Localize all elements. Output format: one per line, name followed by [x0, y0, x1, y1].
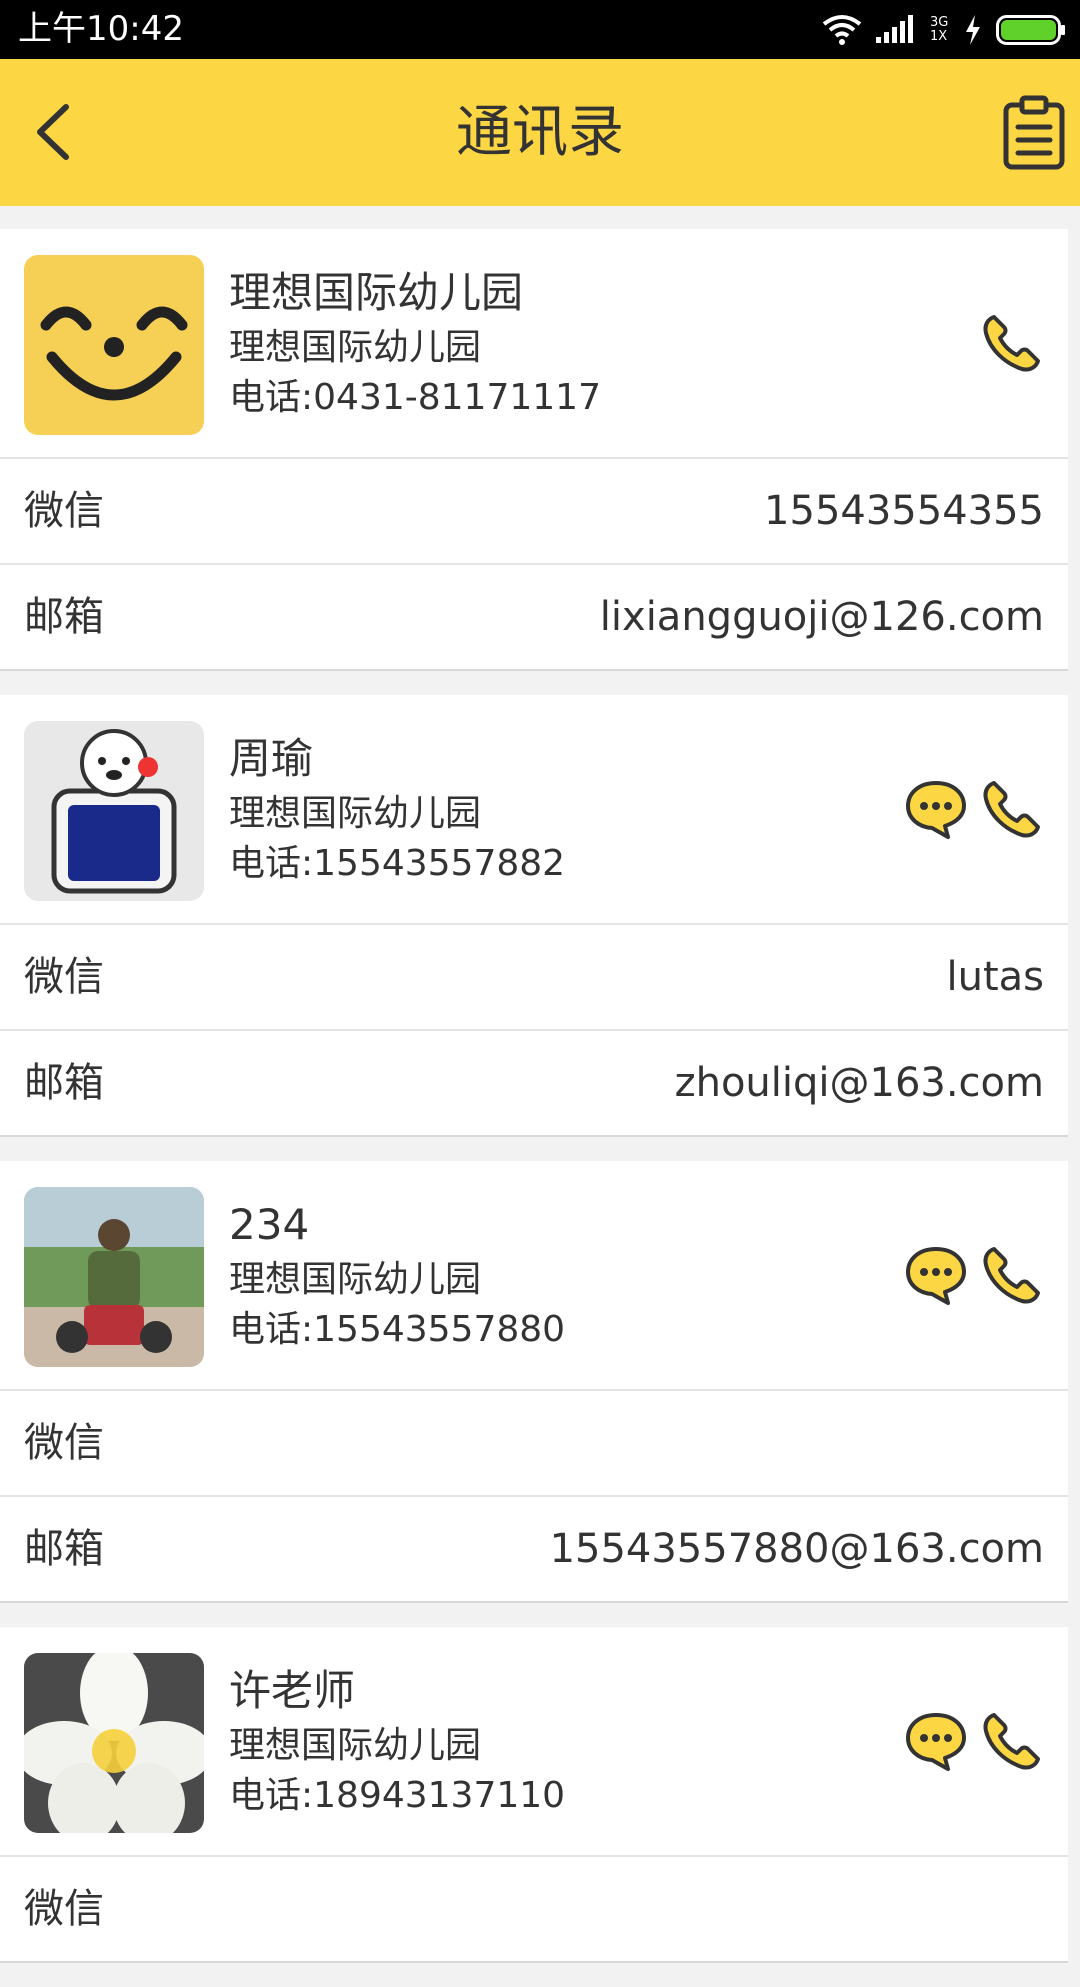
- avatar: [24, 255, 204, 435]
- avatar: [24, 1187, 204, 1367]
- contact-header[interactable]: 周瑜 理想国际幼儿园 电话:15543557882: [0, 695, 1068, 925]
- charging-icon: [966, 15, 980, 45]
- wechat-label: 微信: [24, 488, 104, 534]
- contact-organization: 理想国际幼儿园: [229, 327, 482, 368]
- contact-card: 234 理想国际幼儿园 电话:15543557880 微信 邮箱 1554355…: [0, 1161, 1068, 1603]
- status-bar: 上午10:42 3G 1X: [0, 0, 1080, 59]
- email-label: 邮箱: [24, 1060, 104, 1106]
- status-time: 上午10:42: [18, 9, 184, 49]
- smiley-logo-icon: [40, 306, 188, 401]
- wifi-icon: [822, 15, 862, 45]
- contact-actions: [904, 777, 1044, 841]
- contact-list: 理想国际幼儿园 理想国际幼儿园 电话:0431-81171117 微信 1554…: [0, 229, 1068, 1987]
- app-bar: 通讯录: [0, 59, 1080, 206]
- contact-actions: [904, 1243, 1044, 1307]
- contact-card: 周瑜 理想国际幼儿园 电话:15543557882 微信 lutas 邮箱 zh…: [0, 695, 1068, 1137]
- email-value: 15543557880@163.com: [549, 1526, 1044, 1572]
- contact-phone: 电话:18943137110: [229, 1775, 566, 1816]
- email-row: 邮箱 zhouliqi@163.com: [0, 1031, 1068, 1137]
- signal-icon: [876, 15, 913, 43]
- contact-organization: 理想国际幼儿园: [229, 793, 482, 834]
- email-row: 邮箱 lixiangguoji@126.com: [0, 565, 1068, 671]
- contact-organization: 理想国际幼儿园: [229, 1259, 482, 1300]
- contact-phone: 电话:0431-81171117: [229, 377, 601, 418]
- contact-name: 许老师: [229, 1666, 356, 1715]
- avatar: [24, 1653, 204, 1833]
- phone-call-icon[interactable]: [980, 777, 1044, 841]
- contact-header[interactable]: 理想国际幼儿园 理想国际幼儿园 电话:0431-81171117: [0, 229, 1068, 459]
- contact-phone: 电话:15543557882: [229, 843, 566, 884]
- wechat-label: 微信: [24, 954, 104, 1000]
- page-title: 通讯录: [456, 100, 624, 165]
- wechat-row: 微信: [0, 1391, 1068, 1497]
- wechat-row: 微信 15543554355: [0, 459, 1068, 565]
- wechat-value: 15543554355: [764, 488, 1044, 534]
- message-bubble-icon[interactable]: [904, 1709, 968, 1773]
- message-bubble-icon[interactable]: [904, 777, 968, 841]
- contact-actions: [904, 1709, 1044, 1773]
- phone-call-icon[interactable]: [980, 1243, 1044, 1307]
- wechat-value: lutas: [946, 954, 1045, 1000]
- contact-name: 理想国际幼儿园: [229, 268, 524, 317]
- email-label: 邮箱: [24, 1526, 104, 1572]
- contact-header[interactable]: 234 理想国际幼儿园 电话:15543557880: [0, 1161, 1068, 1391]
- phone-call-icon[interactable]: [980, 1709, 1044, 1773]
- email-label: 邮箱: [24, 594, 104, 640]
- email-row: 邮箱 15543557880@163.com: [0, 1497, 1068, 1603]
- message-bubble-icon[interactable]: [904, 1243, 968, 1307]
- battery-icon: [996, 15, 1065, 45]
- contact-phone: 电话:15543557880: [229, 1309, 566, 1350]
- network-type-label: 3G 1X: [930, 15, 949, 44]
- contact-card: 许老师 理想国际幼儿园 电话:18943137110 微信: [0, 1627, 1068, 1963]
- clipboard-icon[interactable]: [1000, 95, 1070, 171]
- phone-call-icon[interactable]: [980, 311, 1044, 375]
- contact-header[interactable]: 许老师 理想国际幼儿园 电话:18943137110: [0, 1627, 1068, 1857]
- wechat-row: 微信 lutas: [0, 925, 1068, 1031]
- status-icons: 3G 1X: [822, 12, 1066, 48]
- email-value: lixiangguoji@126.com: [599, 594, 1044, 640]
- contact-actions: [980, 311, 1044, 375]
- contact-name: 234: [229, 1200, 310, 1249]
- wechat-row: 微信: [0, 1857, 1068, 1963]
- email-value: zhouliqi@163.com: [674, 1060, 1044, 1106]
- contact-name: 周瑜: [229, 734, 314, 783]
- wechat-label: 微信: [24, 1420, 104, 1466]
- avatar: [24, 721, 204, 901]
- wechat-label: 微信: [24, 1886, 104, 1932]
- contact-organization: 理想国际幼儿园: [229, 1725, 482, 1766]
- contact-card: 理想国际幼儿园 理想国际幼儿园 电话:0431-81171117 微信 1554…: [0, 229, 1068, 671]
